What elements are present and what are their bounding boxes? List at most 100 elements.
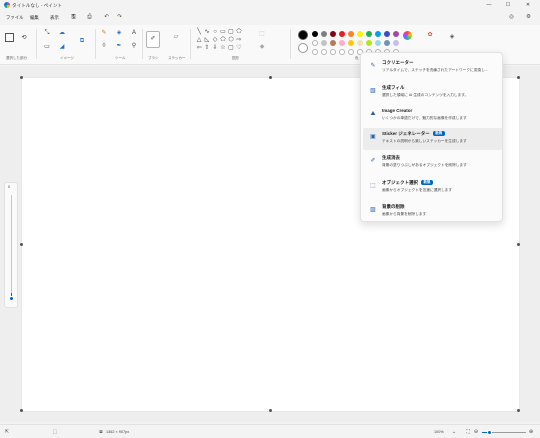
minimize-button[interactable]: — bbox=[485, 2, 493, 9]
resize-handle-right[interactable] bbox=[517, 243, 520, 246]
dropdown-item[interactable]: ✎ コクリエーター リアルタイムで、ステッチを洗練されたアートワークに変換し... bbox=[363, 57, 502, 79]
fill-bucket-icon[interactable]: ◈ bbox=[115, 29, 123, 37]
text-icon[interactable]: A bbox=[130, 29, 138, 37]
zoom-slider-thumb[interactable] bbox=[487, 429, 492, 435]
color-swatch[interactable] bbox=[348, 31, 354, 37]
custom-color-slot[interactable] bbox=[330, 49, 336, 55]
color-swatch[interactable] bbox=[312, 40, 318, 46]
color-swatch[interactable] bbox=[366, 40, 372, 46]
redo-icon[interactable]: ↷ bbox=[116, 14, 123, 21]
rotate-icon[interactable]: ◢ bbox=[58, 43, 66, 51]
line-shape-icon[interactable]: ╲ bbox=[195, 28, 203, 36]
resize-handle-top[interactable] bbox=[269, 76, 272, 79]
custom-color-slot[interactable] bbox=[312, 49, 318, 55]
resize-icon[interactable]: ☁ bbox=[58, 29, 66, 37]
resize-handle-bottom-left[interactable] bbox=[20, 409, 23, 412]
color-swatch[interactable] bbox=[321, 40, 327, 46]
color-swatch[interactable] bbox=[348, 40, 354, 46]
heart-shape-icon[interactable]: ♡ bbox=[235, 44, 243, 52]
dropdown-item[interactable]: ▨ 背景の削除 画像から背景を削除します bbox=[363, 201, 502, 223]
arrow-right-shape-icon[interactable]: ⇨ bbox=[235, 36, 243, 44]
resize-handle-left[interactable] bbox=[20, 243, 23, 246]
select-all-icon[interactable]: ⟲ bbox=[20, 34, 28, 42]
undo-icon[interactable]: ↶ bbox=[103, 14, 110, 21]
dropdown-item[interactable]: ▧ 生成フィル 選択した領域に AI 生成のコンテンツを入力します。 bbox=[363, 82, 502, 104]
edit-colors-icon[interactable] bbox=[403, 31, 412, 40]
resize-handle-bottom-right[interactable] bbox=[517, 409, 520, 412]
star-shape-icon[interactable]: ☆ bbox=[219, 44, 227, 52]
cocreator-ribbon-icon[interactable]: ✿ bbox=[426, 31, 434, 39]
color-swatch[interactable] bbox=[330, 40, 336, 46]
eraser-icon[interactable]: ◊ bbox=[100, 42, 108, 50]
right-triangle-shape-icon[interactable]: ◺ bbox=[203, 36, 211, 44]
arrow-down-shape-icon[interactable]: ⇩ bbox=[211, 44, 219, 52]
zoom-fit-icon[interactable]: ⛶ bbox=[465, 429, 471, 435]
shape-fill-icon[interactable]: ◆ bbox=[258, 43, 266, 51]
rectangle-shape-icon[interactable]: ▭ bbox=[219, 28, 227, 36]
resize-handle-top-left[interactable] bbox=[20, 76, 23, 79]
arrow-left-shape-icon[interactable]: ⇦ bbox=[195, 44, 203, 52]
color-swatch[interactable] bbox=[321, 31, 327, 37]
brush-size-thumb[interactable] bbox=[9, 296, 14, 301]
color-swatch[interactable] bbox=[339, 31, 345, 37]
image-icon[interactable]: ▭ bbox=[43, 43, 51, 51]
zoom-dropdown-chevron-icon[interactable]: ⌄ bbox=[451, 429, 457, 435]
hexagon-shape-icon[interactable]: ⬡ bbox=[227, 36, 235, 44]
dropdown-item[interactable]: ⬚ オブジェクト選択 新規 画像からオブジェクトを迅速に選択します bbox=[363, 177, 502, 199]
callout-shape-icon[interactable]: ▢ bbox=[227, 44, 235, 52]
diamond-shape-icon[interactable]: ◇ bbox=[211, 36, 219, 44]
sticker-icon[interactable]: ▱ bbox=[172, 33, 180, 41]
image-select-icon[interactable]: ⧉ bbox=[78, 37, 86, 45]
pencil-icon[interactable]: ✎ bbox=[100, 29, 108, 37]
oval-shape-icon[interactable]: ○ bbox=[211, 28, 219, 36]
rounded-rect-shape-icon[interactable]: ▢ bbox=[227, 28, 235, 36]
custom-color-slot[interactable] bbox=[348, 49, 354, 55]
brush-button[interactable]: ✐ bbox=[146, 31, 160, 48]
dropdown-item[interactable]: ✐ 生成消去 背景の塗りつぶしがあるオブジェクトを削除します bbox=[363, 152, 502, 174]
zoom-out-icon[interactable]: ⊖ bbox=[473, 429, 479, 435]
share-icon[interactable]: ⎙ bbox=[86, 14, 93, 21]
color-swatch[interactable] bbox=[384, 31, 390, 37]
brush-size-track[interactable] bbox=[11, 195, 12, 299]
settings-gear-icon[interactable]: ⚙ bbox=[525, 14, 532, 21]
menu-view[interactable]: 表示 bbox=[50, 15, 59, 21]
primary-color[interactable] bbox=[298, 30, 308, 40]
shape-outline-icon[interactable]: ⬚ bbox=[258, 30, 266, 38]
maximize-button[interactable]: ☐ bbox=[504, 2, 512, 9]
color-swatch[interactable] bbox=[366, 31, 372, 37]
layers-icon[interactable]: ◈ bbox=[448, 33, 456, 41]
color-swatch[interactable] bbox=[330, 31, 336, 37]
resize-handle-bottom[interactable] bbox=[269, 409, 272, 412]
custom-color-slot[interactable] bbox=[339, 49, 345, 55]
triangle-shape-icon[interactable]: △ bbox=[195, 36, 203, 44]
arrow-up-shape-icon[interactable]: ⇧ bbox=[203, 44, 211, 52]
color-swatch[interactable] bbox=[393, 31, 399, 37]
dropdown-item[interactable]: ▣ Sticker ジェネレーター 新規 テキストの説明から楽しいステッカーを生成しま… bbox=[363, 128, 502, 150]
save-icon[interactable]: 🖫 bbox=[70, 14, 77, 21]
account-icon[interactable]: ◎ bbox=[508, 14, 515, 21]
color-swatch[interactable] bbox=[339, 40, 345, 46]
select-rectangle-icon[interactable] bbox=[5, 33, 14, 42]
resize-handle-top-right[interactable] bbox=[517, 76, 520, 79]
color-swatch[interactable] bbox=[357, 40, 363, 46]
color-swatch[interactable] bbox=[312, 31, 318, 37]
color-swatch[interactable] bbox=[384, 40, 390, 46]
curve-shape-icon[interactable]: ∿ bbox=[203, 28, 211, 36]
zoom-in-icon[interactable]: ⊕ bbox=[528, 429, 534, 435]
magnifier-icon[interactable]: ⚲ bbox=[130, 42, 138, 50]
color-swatch[interactable] bbox=[357, 31, 363, 37]
dropdown-item[interactable]: ⛰ Image Creator いくつかの単語だけで、魅力的な画像を作成します bbox=[363, 105, 502, 127]
custom-color-slot[interactable] bbox=[321, 49, 327, 55]
menu-file[interactable]: ファイル bbox=[6, 15, 24, 21]
crop-icon[interactable]: ⤡ bbox=[43, 29, 51, 37]
color-swatch[interactable] bbox=[375, 31, 381, 37]
color-swatch[interactable] bbox=[375, 40, 381, 46]
menu-edit[interactable]: 編集 bbox=[30, 15, 39, 21]
close-button[interactable]: ✕ bbox=[524, 2, 532, 9]
zoom-level[interactable]: 100% bbox=[434, 430, 444, 434]
polygon-shape-icon[interactable]: ⬠ bbox=[235, 28, 243, 36]
secondary-color[interactable] bbox=[298, 43, 308, 53]
color-swatch[interactable] bbox=[393, 40, 399, 46]
pentagon-shape-icon[interactable]: ⬠ bbox=[219, 36, 227, 44]
color-picker-icon[interactable]: ✒ bbox=[115, 42, 123, 50]
